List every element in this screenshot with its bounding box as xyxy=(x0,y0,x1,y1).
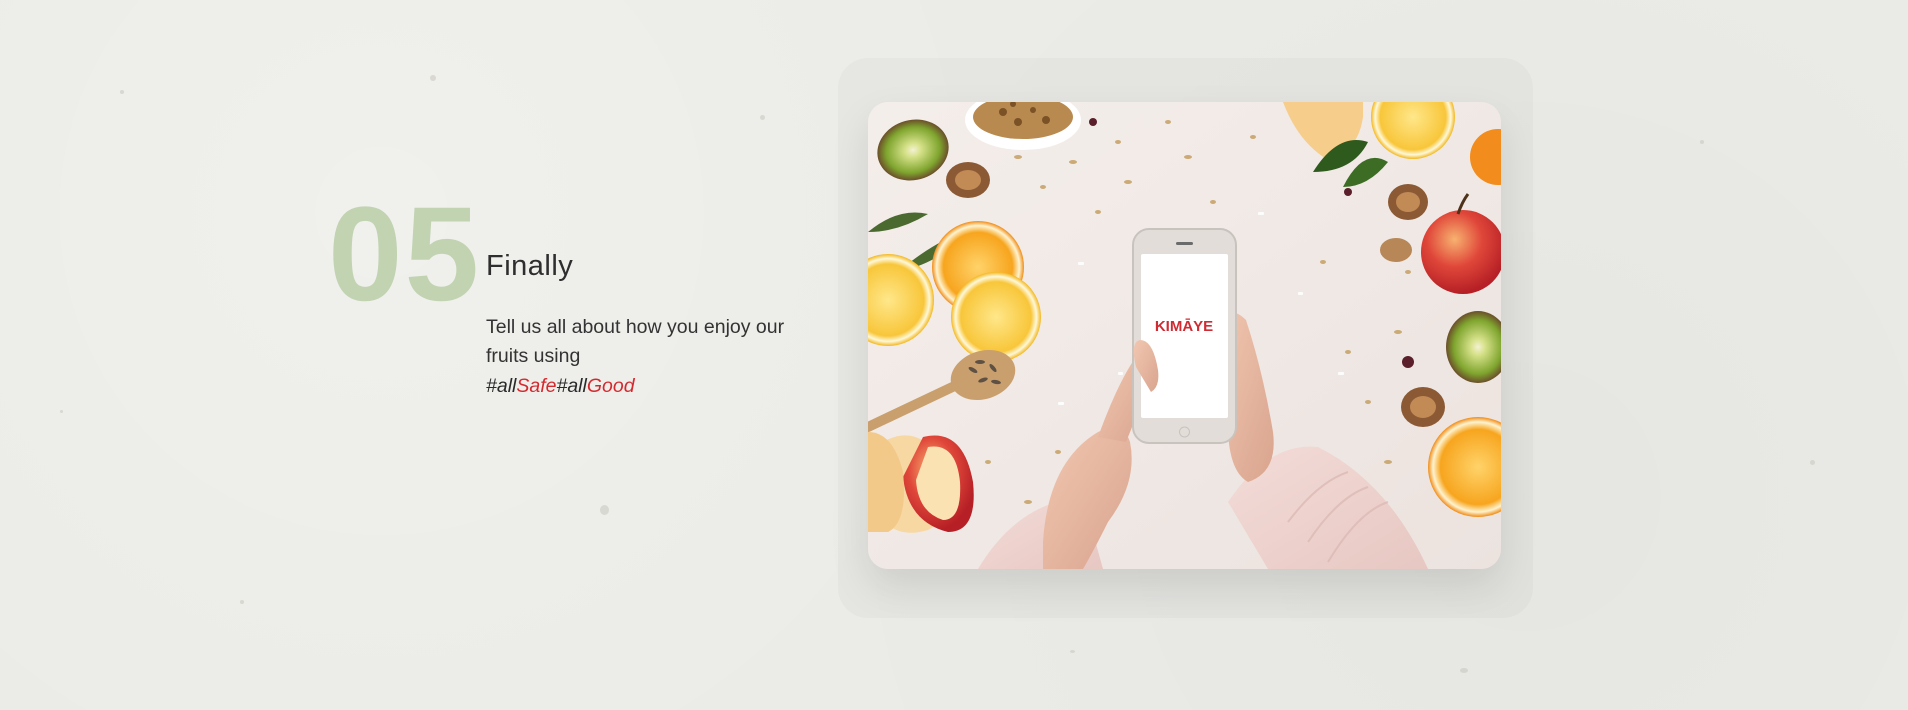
step-description: Tell us all about how you enjoy our frui… xyxy=(486,316,785,367)
step-number: 05 xyxy=(328,180,482,329)
hashtag-prefix-2: #all xyxy=(556,375,587,397)
hashtag-safe: Safe xyxy=(516,375,557,397)
hashtags: #allSafe#allGood xyxy=(486,373,635,399)
hashtag-good: Good xyxy=(586,375,635,397)
hashtag-prefix-1: #all xyxy=(486,375,517,397)
step-title: Finally xyxy=(486,250,574,282)
fruit-phone-photo: KIMĀYE xyxy=(868,102,1501,569)
photo-card: KIMĀYE xyxy=(868,102,1501,569)
brand-logo: KIMĀYE xyxy=(1155,318,1213,335)
